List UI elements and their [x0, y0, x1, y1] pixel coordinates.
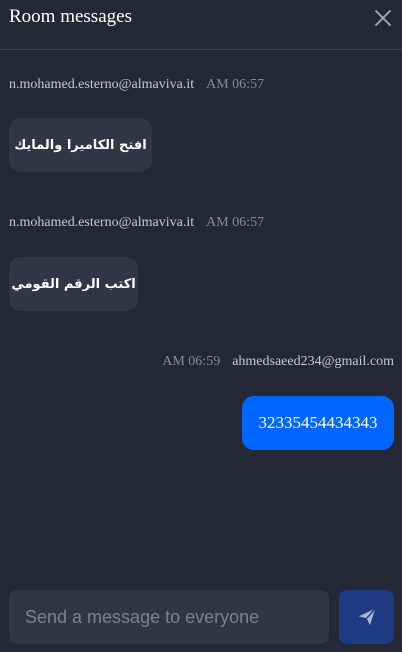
message-sender: ahmedsaeed234@gmail.com [232, 354, 394, 369]
message-meta: n.mohamed.esterno@almaviva.it AM 06:57 [9, 215, 264, 231]
panel-title: Room messages [9, 6, 132, 27]
message-sender: n.mohamed.esterno@almaviva.it [9, 77, 195, 92]
chat-header: Room messages [0, 0, 402, 50]
message-time: AM 06:57 [206, 215, 265, 230]
send-button[interactable] [339, 590, 394, 644]
message-meta: AM 06:59 ahmedsaeed234@gmail.com [162, 354, 394, 370]
message-input[interactable] [9, 590, 329, 644]
message-sender: n.mohamed.esterno@almaviva.it [9, 215, 195, 230]
close-button[interactable] [372, 7, 394, 29]
send-icon [358, 608, 376, 626]
message-bubble: اكتب الرقم القومي [9, 257, 138, 311]
close-icon [375, 10, 391, 26]
message-time: AM 06:57 [206, 77, 265, 92]
own-message-bubble: 32335454434343 [242, 396, 394, 450]
message-bubble: افتح الكاميرا والمايك [9, 118, 152, 172]
message-meta: n.mohamed.esterno@almaviva.it AM 06:57 [9, 77, 264, 93]
message-time: AM 06:59 [162, 354, 221, 369]
